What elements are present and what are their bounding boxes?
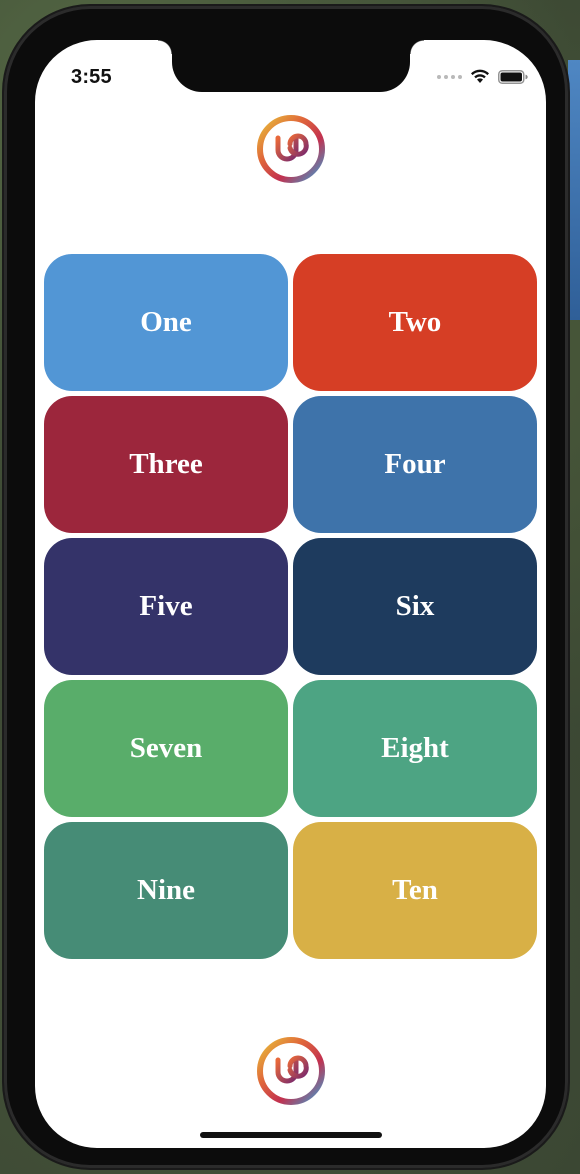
status-icons — [437, 69, 528, 84]
phone-screen: 3:55 One Two Three Four Five Six Seven E… — [35, 40, 546, 1148]
tile-eight[interactable]: Eight — [293, 680, 537, 817]
notch — [158, 40, 424, 92]
status-time: 3:55 — [71, 66, 112, 88]
app-logo-icon — [257, 115, 325, 183]
home-indicator[interactable] — [200, 1132, 382, 1138]
battery-icon — [498, 69, 528, 84]
cellular-signal-icon — [437, 74, 462, 79]
app-logo-icon — [257, 1037, 325, 1105]
wifi-icon — [471, 69, 489, 83]
tile-grid: One Two Three Four Five Six Seven Eight … — [44, 254, 537, 959]
tile-seven[interactable]: Seven — [44, 680, 288, 817]
tile-six[interactable]: Six — [293, 538, 537, 675]
tile-three[interactable]: Three — [44, 396, 288, 533]
tile-nine[interactable]: Nine — [44, 822, 288, 959]
tile-two[interactable]: Two — [293, 254, 537, 391]
tile-ten[interactable]: Ten — [293, 822, 537, 959]
tile-one[interactable]: One — [44, 254, 288, 391]
tile-four[interactable]: Four — [293, 396, 537, 533]
tile-five[interactable]: Five — [44, 538, 288, 675]
background-window-edge — [568, 60, 580, 320]
phone-frame: 3:55 One Two Three Four Five Six Seven E… — [4, 6, 568, 1168]
